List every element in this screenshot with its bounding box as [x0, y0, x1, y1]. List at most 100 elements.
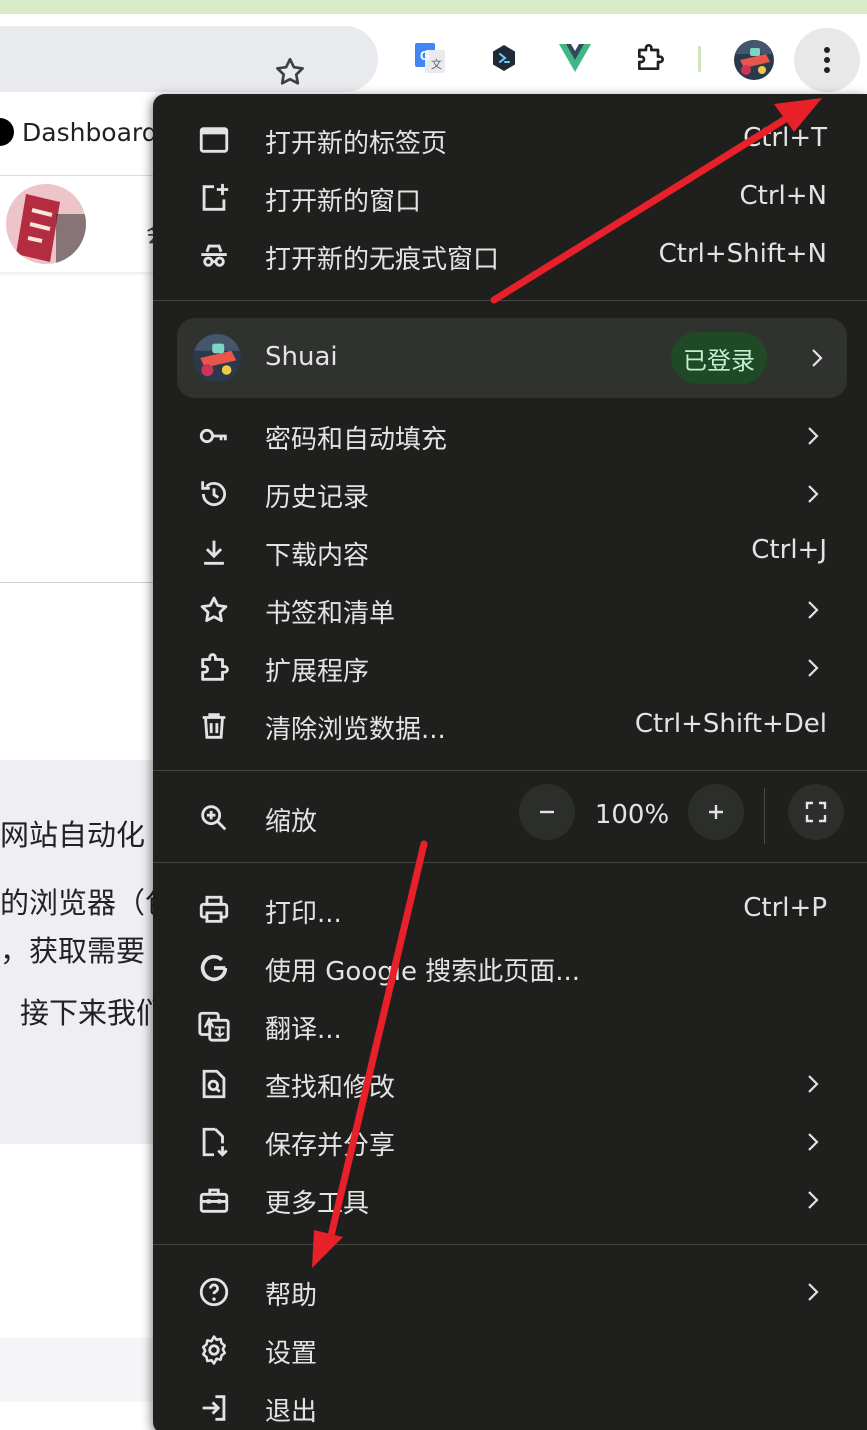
- history-icon: [201, 481, 226, 507]
- menu-item-shortcut: Ctrl+J: [751, 535, 827, 565]
- save-share-icon: [202, 1127, 228, 1157]
- menu-item-label: 打开新的无痕式窗口: [265, 245, 500, 275]
- chrome-main-menu: 打开新的标签页 Ctrl+T 打开新的窗口 Ctrl+N 打开新的无痕式窗口 C…: [153, 94, 867, 1430]
- chevron-right-icon: [812, 349, 823, 367]
- new-window-icon: [202, 183, 229, 211]
- menu-item-label: 更多工具: [265, 1189, 370, 1219]
- menu-item-shortcut: Ctrl+P: [743, 893, 827, 923]
- svg-text:文: 文: [431, 57, 442, 71]
- menu-item-print[interactable]: 打印... Ctrl+P: [153, 881, 867, 939]
- menu-item-label: 历史记录: [265, 483, 370, 513]
- fullscreen-button[interactable]: [788, 784, 844, 840]
- new-tab-icon: [199, 127, 229, 153]
- download-icon: [204, 540, 224, 565]
- chevron-right-icon: [808, 1133, 819, 1151]
- menu-item-incognito[interactable]: 打开新的无痕式窗口 Ctrl+Shift+N: [153, 227, 867, 285]
- zoom-divider: [764, 788, 765, 844]
- google-icon: [200, 954, 228, 982]
- chevron-right-icon: [808, 601, 819, 619]
- incognito-icon: [201, 244, 227, 267]
- menu-item-google-search[interactable]: 使用 Google 搜索此页面...: [153, 939, 867, 997]
- toolbox-icon: [199, 1188, 229, 1213]
- svg-text:G: G: [420, 48, 430, 63]
- minus-icon: [540, 810, 554, 814]
- exit-icon: [202, 1395, 226, 1421]
- bookmark-star-icon[interactable]: [272, 54, 308, 90]
- menu-item-history[interactable]: 历史记录: [153, 465, 867, 523]
- star-icon: [200, 596, 228, 623]
- menu-item-label: 保存并分享: [265, 1131, 396, 1161]
- menu-item-clear-browsing-data[interactable]: 清除浏览数据... Ctrl+Shift+Del: [153, 697, 867, 755]
- menu-item-zoom: 缩放: [153, 789, 867, 847]
- page-user-avatar[interactable]: [6, 184, 86, 264]
- page-text-line: 接下来我们: [20, 996, 166, 1030]
- profile-avatar-button[interactable]: [734, 40, 774, 80]
- profile-row[interactable]: Shuai 已登录: [177, 318, 847, 398]
- menu-item-save-share[interactable]: 保存并分享: [153, 1113, 867, 1171]
- trash-icon: [202, 713, 226, 739]
- menu-item-label: 翻译...: [265, 1015, 342, 1045]
- menu-item-shortcut: Ctrl+Shift+N: [658, 239, 827, 269]
- bookmark-dashboard[interactable]: Dashboard: [22, 118, 158, 147]
- menu-item-label: 书签和清单: [265, 599, 396, 629]
- chevron-right-icon: [808, 427, 819, 445]
- menu-item-label: 缩放: [265, 807, 318, 837]
- puzzle-icon: [201, 653, 229, 681]
- zoom-icon: [201, 805, 227, 831]
- menu-item-label: 退出: [265, 1397, 318, 1427]
- chevron-right-icon: [808, 659, 819, 677]
- menu-item-label: 查找和修改: [265, 1073, 396, 1103]
- chevron-right-icon: [808, 485, 819, 503]
- menu-item-extensions[interactable]: 扩展程序: [153, 639, 867, 697]
- menu-item-label: 下载内容: [265, 541, 370, 571]
- menu-item-label: 扩展程序: [265, 657, 370, 687]
- address-bar[interactable]: [0, 26, 378, 92]
- menu-item-new-window[interactable]: 打开新的窗口 Ctrl+N: [153, 169, 867, 227]
- zoom-out-button[interactable]: [519, 784, 575, 840]
- profile-name: Shuai: [265, 342, 338, 372]
- browser-toolbar: G 文: [0, 14, 867, 94]
- menu-item-help[interactable]: 帮助: [153, 1263, 867, 1321]
- chevron-right-icon: [808, 1075, 819, 1093]
- gear-icon: [201, 1335, 227, 1365]
- more-vert-icon: [824, 47, 830, 73]
- chevron-right-icon: [808, 1191, 819, 1209]
- menu-item-label: 密码和自动填充: [265, 425, 448, 455]
- signed-in-badge: 已登录: [671, 332, 767, 384]
- code-extension-icon[interactable]: [486, 40, 522, 76]
- menu-item-new-tab[interactable]: 打开新的标签页 Ctrl+T: [153, 111, 867, 169]
- printer-icon: [199, 895, 229, 923]
- menu-item-shortcut: Ctrl+N: [739, 181, 828, 211]
- menu-item-settings[interactable]: 设置: [153, 1321, 867, 1379]
- page-text-line: 的浏览器（包: [0, 886, 175, 920]
- menu-item-label: 帮助: [265, 1281, 318, 1311]
- page-footer-area: [0, 1338, 170, 1402]
- dashboard-favicon: [0, 118, 14, 146]
- menu-separator: [153, 1244, 867, 1245]
- extensions-puzzle-icon[interactable]: [632, 40, 668, 76]
- menu-item-label: 设置: [265, 1339, 318, 1369]
- zoom-in-button[interactable]: [688, 784, 744, 840]
- menu-item-exit[interactable]: 退出: [153, 1379, 867, 1430]
- menu-item-shortcut: Ctrl+Shift+Del: [634, 709, 827, 739]
- chrome-menu-button[interactable]: [794, 28, 860, 92]
- menu-item-label: 打印...: [265, 899, 342, 929]
- window-title-strip: [0, 0, 867, 14]
- vue-devtools-icon[interactable]: [557, 40, 593, 76]
- toolbar-separator: [698, 46, 701, 72]
- page-text-line: ，获取需要: [0, 934, 146, 968]
- page-text-line: 网站自动化: [0, 818, 146, 852]
- menu-item-downloads[interactable]: 下载内容 Ctrl+J: [153, 523, 867, 581]
- plus-icon: [709, 805, 723, 819]
- help-icon: [199, 1277, 229, 1307]
- menu-item-find-edit[interactable]: 查找和修改: [153, 1055, 867, 1113]
- menu-item-passwords[interactable]: 密码和自动填充: [153, 407, 867, 465]
- menu-item-label: 使用 Google 搜索此页面...: [265, 957, 581, 987]
- menu-item-more-tools[interactable]: 更多工具: [153, 1171, 867, 1229]
- menu-item-label: 打开新的窗口: [265, 187, 422, 217]
- menu-item-bookmarks[interactable]: 书签和清单: [153, 581, 867, 639]
- menu-item-label: 打开新的标签页: [265, 129, 448, 159]
- menu-item-translate[interactable]: 翻译...: [153, 997, 867, 1055]
- google-translate-extension-icon[interactable]: G 文: [412, 40, 448, 76]
- zoom-level: 100%: [594, 800, 670, 830]
